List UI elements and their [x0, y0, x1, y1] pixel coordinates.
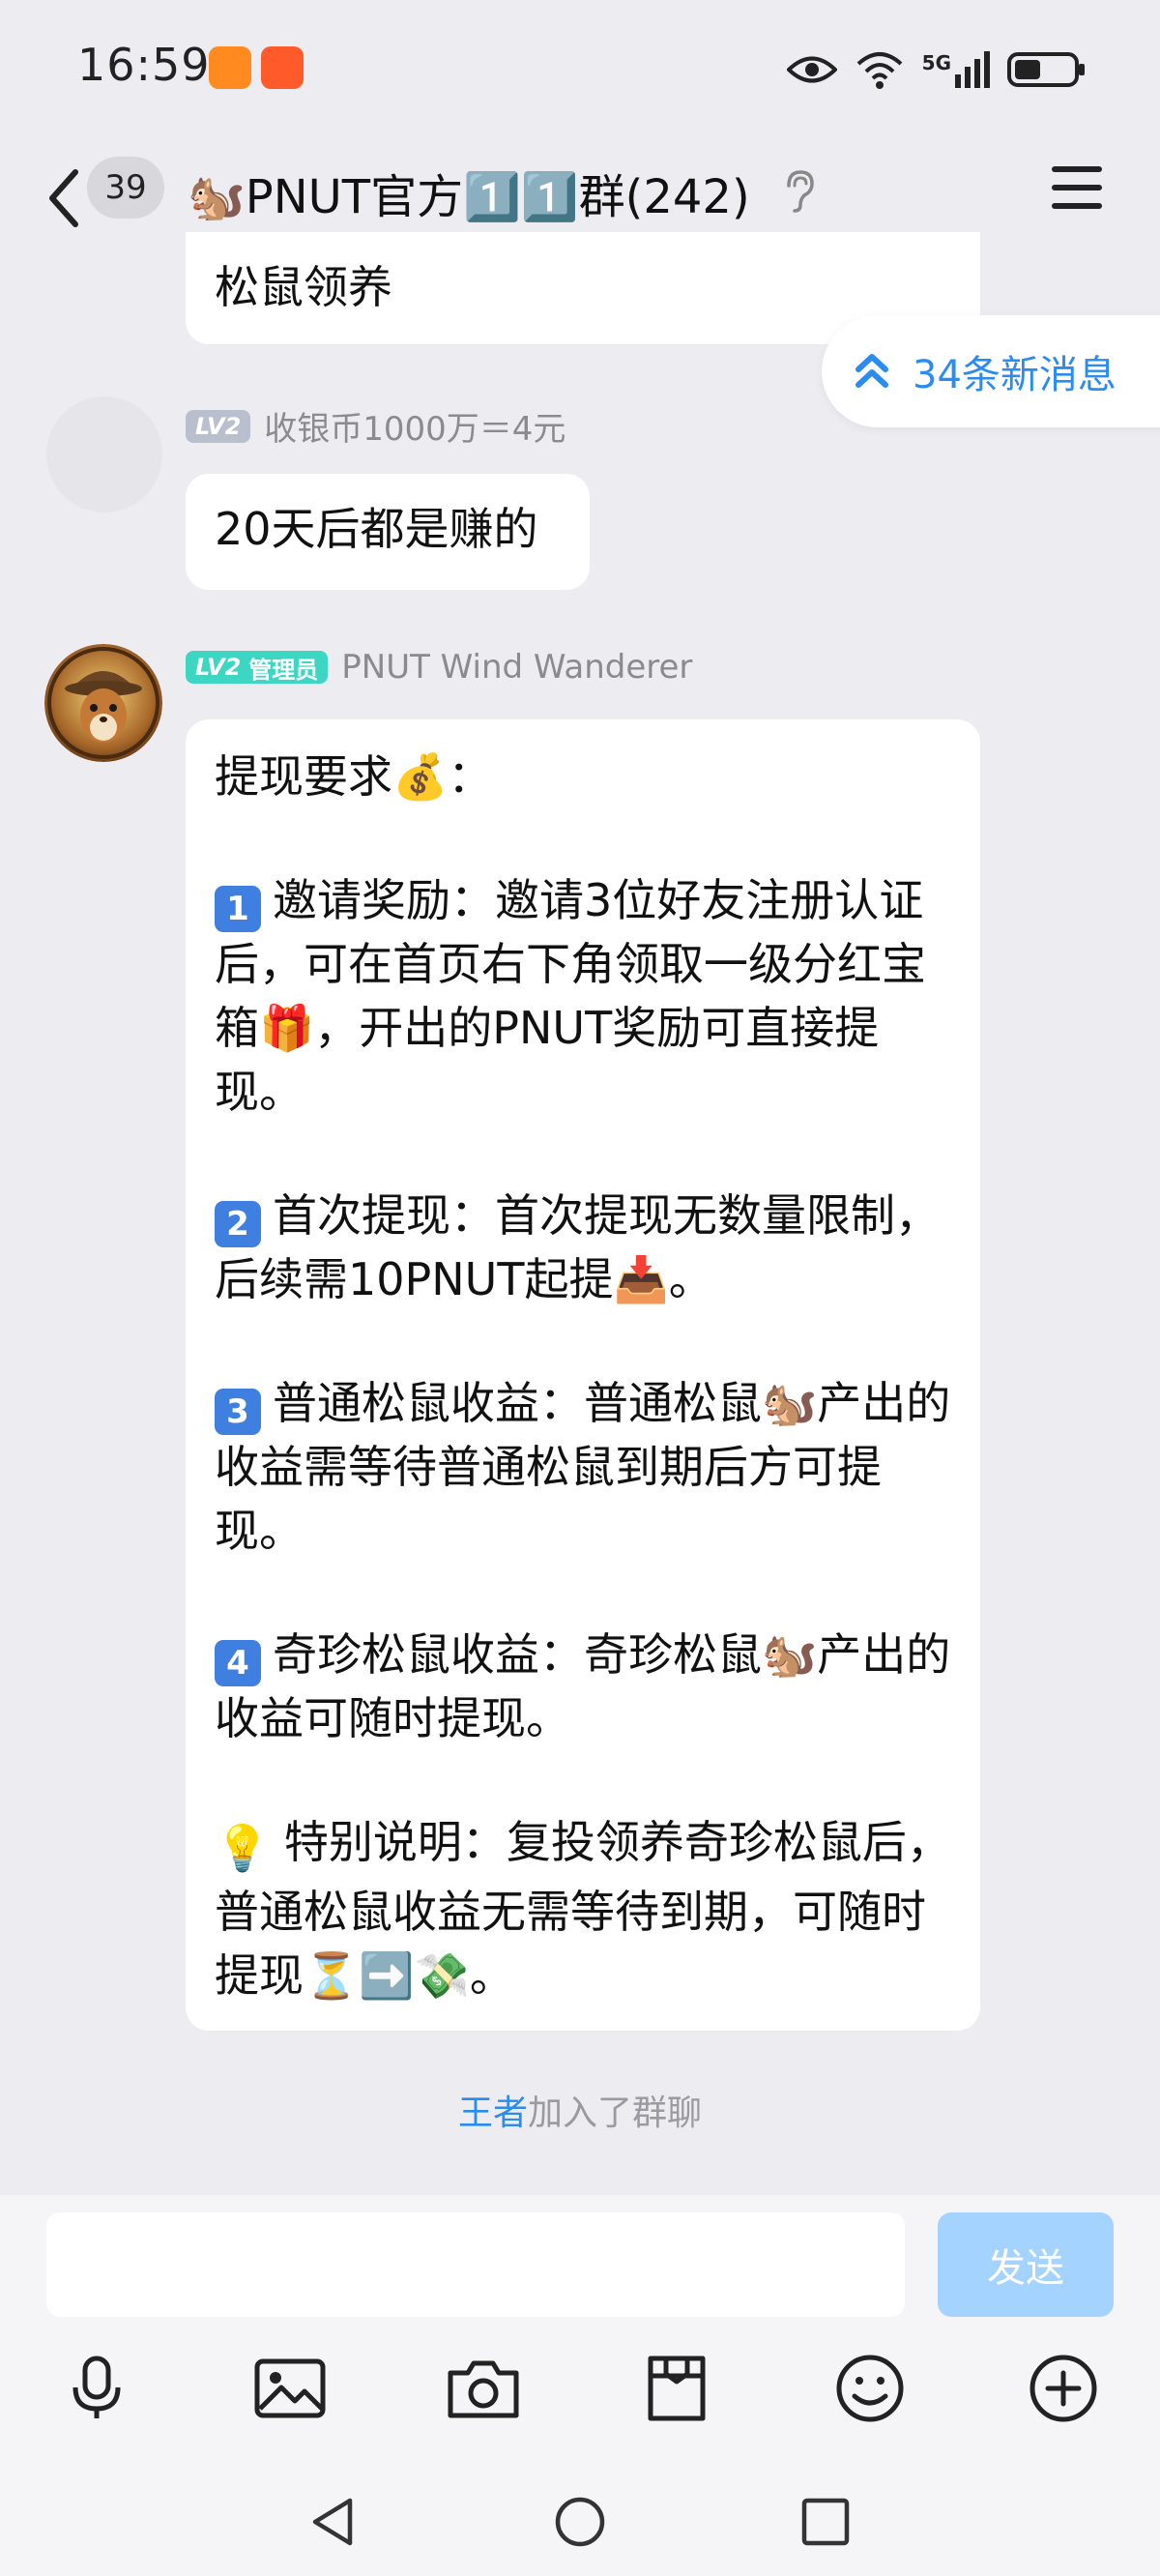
sender-name[interactable]: 收银币1000万＝4元: [264, 402, 566, 450]
mic-icon: [72, 2356, 121, 2418]
number-2-icon: 2: [215, 1201, 261, 1247]
message-line: 3 普通松鼠收益：普通松鼠🐿️产出的收益需等待普通松鼠到期后方可提现。: [215, 1377, 951, 1557]
message-input[interactable]: [46, 2212, 905, 2317]
wifi-icon: [856, 52, 903, 89]
avatar[interactable]: [46, 396, 162, 512]
menu-icon[interactable]: [1052, 166, 1102, 209]
new-messages-label: 34条新消息: [913, 353, 1116, 397]
number-3-icon: 3: [215, 1389, 261, 1435]
squirrel-avatar-icon: [44, 644, 162, 762]
image-button[interactable]: [242, 2340, 338, 2437]
message-line: 2 首次提现：首次提现无数量限制，后续需10PNUT起提📥。: [215, 1189, 940, 1305]
eye-icon: [786, 56, 837, 83]
battery-icon: [1007, 52, 1085, 87]
unread-count-badge[interactable]: 39: [87, 157, 164, 219]
message-bubble[interactable]: 20天后都是赚的: [186, 474, 590, 590]
nav-recents-icon[interactable]: [798, 2495, 853, 2549]
add-icon: [1030, 2355, 1097, 2422]
message-line: 4 奇珍松鼠收益：奇珍松鼠🐿️产出的收益可随时提现。: [215, 1628, 951, 1744]
status-bar: 16:59 5G: [0, 0, 1160, 145]
message-text: 松鼠领养: [215, 261, 392, 313]
sender-name[interactable]: PNUT Wind Wanderer: [341, 648, 692, 687]
admin-badge: LV2 管理员: [186, 651, 329, 684]
lightbulb-icon: 💡: [215, 1822, 271, 1874]
new-messages-button[interactable]: 34条新消息: [822, 315, 1160, 427]
system-notice: 王者加入了群聊: [0, 2085, 1160, 2135]
file-icon: [648, 2356, 706, 2421]
mic-button[interactable]: [48, 2340, 145, 2437]
nav-back-icon[interactable]: [307, 2495, 358, 2549]
message-line: 提现要求💰：: [215, 750, 493, 803]
level-badge: LV2: [186, 409, 251, 443]
notification-app-icon: [261, 46, 304, 89]
image-icon: [254, 2358, 326, 2418]
system-notice-text: 加入了群聊: [528, 2093, 703, 2133]
joined-user-link[interactable]: 王者: [458, 2093, 528, 2133]
send-button[interactable]: 发送: [938, 2212, 1114, 2317]
ear-icon[interactable]: [781, 168, 816, 213]
notification-app-icon: [209, 46, 251, 89]
number-1-icon: 1: [215, 886, 261, 932]
message-text: 20天后都是赚的: [215, 503, 538, 555]
file-button[interactable]: [628, 2340, 725, 2437]
composer-area: 发送: [0, 2195, 1160, 2576]
message-line: 💡 特别说明：复投领养奇珍松鼠后，普通松鼠收益无需等待到期，可随时提现⏳➡️💸。: [215, 1816, 951, 2002]
number-4-icon: 4: [215, 1640, 261, 1686]
nav-home-icon[interactable]: [553, 2495, 607, 2549]
camera-button[interactable]: [435, 2340, 532, 2437]
emoji-button[interactable]: [822, 2340, 918, 2437]
status-icons: 5G: [786, 43, 1087, 97]
status-time: 16:59: [77, 39, 211, 91]
message-bubble[interactable]: 提现要求💰： 1 邀请奖励：邀请3位好友注册认证后，可在首页右下角领取一级分红宝箱…: [186, 719, 980, 2031]
group-title[interactable]: 🐿️PNUT官方1️⃣1️⃣群(242): [188, 159, 750, 226]
double-chevron-up-icon: [856, 354, 888, 388]
back-arrow-icon[interactable]: [39, 164, 93, 232]
add-button[interactable]: [1015, 2340, 1112, 2437]
sender-meta: LV2 收银币1000万＝4元: [186, 402, 566, 450]
message-line: 1 邀请奖励：邀请3位好友注册认证后，可在首页右下角领取一级分红宝箱🎁，开出的PN…: [215, 874, 926, 1118]
avatar[interactable]: [44, 644, 162, 762]
sender-meta: LV2 管理员 PNUT Wind Wanderer: [186, 648, 692, 687]
signal-icon: 5G: [922, 51, 990, 88]
camera-icon: [448, 2360, 519, 2418]
emoji-icon: [836, 2355, 904, 2422]
